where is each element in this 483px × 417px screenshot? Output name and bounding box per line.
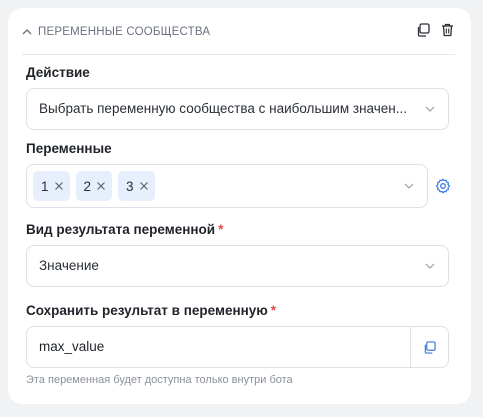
chevron-up-icon bbox=[22, 29, 32, 35]
required-mark: * bbox=[218, 222, 224, 237]
action-select-value: Выбрать переменную сообщества с наибольш… bbox=[39, 101, 407, 116]
section-title: ПЕРЕМЕННЫЕ СООБЩЕСТВА bbox=[38, 26, 211, 38]
chevron-down-icon bbox=[425, 106, 435, 112]
trash-icon bbox=[441, 23, 453, 37]
delete-button[interactable] bbox=[439, 22, 455, 38]
close-icon[interactable] bbox=[96, 181, 106, 191]
chevron-down-icon bbox=[425, 263, 435, 269]
variable-chip-label: 1 bbox=[41, 178, 49, 194]
required-mark: * bbox=[270, 303, 277, 318]
variable-chip: 2 bbox=[75, 171, 113, 201]
variable-chip-label: 3 bbox=[126, 178, 134, 194]
save-result-input-value: max_value bbox=[39, 339, 105, 354]
variable-chip: 1 bbox=[33, 171, 70, 201]
collapse-toggle[interactable]: ПЕРЕМЕННЫЕ СООБЩЕСТВА bbox=[22, 22, 210, 42]
header-actions bbox=[415, 22, 455, 38]
save-result-label: Сохранить результат в переменную * bbox=[26, 303, 276, 318]
chevron-down-icon bbox=[404, 183, 414, 189]
variable-chip-label: 2 bbox=[83, 178, 92, 194]
copy-icon bbox=[417, 23, 430, 37]
variables-multiselect[interactable]: 1 2 3 bbox=[26, 164, 428, 208]
result-type-select[interactable]: Значение bbox=[26, 245, 449, 287]
action-select[interactable]: Выбрать переменную сообщества с наибольш… bbox=[26, 88, 449, 130]
copy-icon bbox=[424, 340, 436, 354]
variable-chip: 3 bbox=[118, 171, 155, 201]
variables-label: Переменные bbox=[26, 141, 112, 156]
block-header: ПЕРЕМЕННЫЕ СООБЩЕСТВА bbox=[22, 22, 455, 55]
variable-chips: 1 2 3 bbox=[33, 171, 155, 201]
gear-icon[interactable] bbox=[435, 178, 451, 194]
duplicate-button[interactable] bbox=[415, 22, 431, 38]
save-result-input[interactable]: max_value bbox=[26, 326, 449, 368]
result-type-select-value: Значение bbox=[39, 258, 99, 273]
save-result-hint: Эта переменная будет доступна только вну… bbox=[26, 374, 293, 386]
close-icon[interactable] bbox=[54, 181, 64, 191]
result-type-label-text: Вид результата переменной bbox=[26, 222, 216, 237]
copy-variable-button[interactable] bbox=[410, 327, 448, 367]
save-result-label-text: Сохранить результат в переменную bbox=[26, 303, 268, 318]
result-type-label: Вид результата переменной * bbox=[26, 222, 223, 237]
close-icon[interactable] bbox=[139, 181, 149, 191]
variables-block-card: ПЕРЕМЕННЫЕ СООБЩЕСТВА Действие Выбрать п… bbox=[8, 8, 471, 404]
action-label: Действие bbox=[26, 65, 90, 80]
